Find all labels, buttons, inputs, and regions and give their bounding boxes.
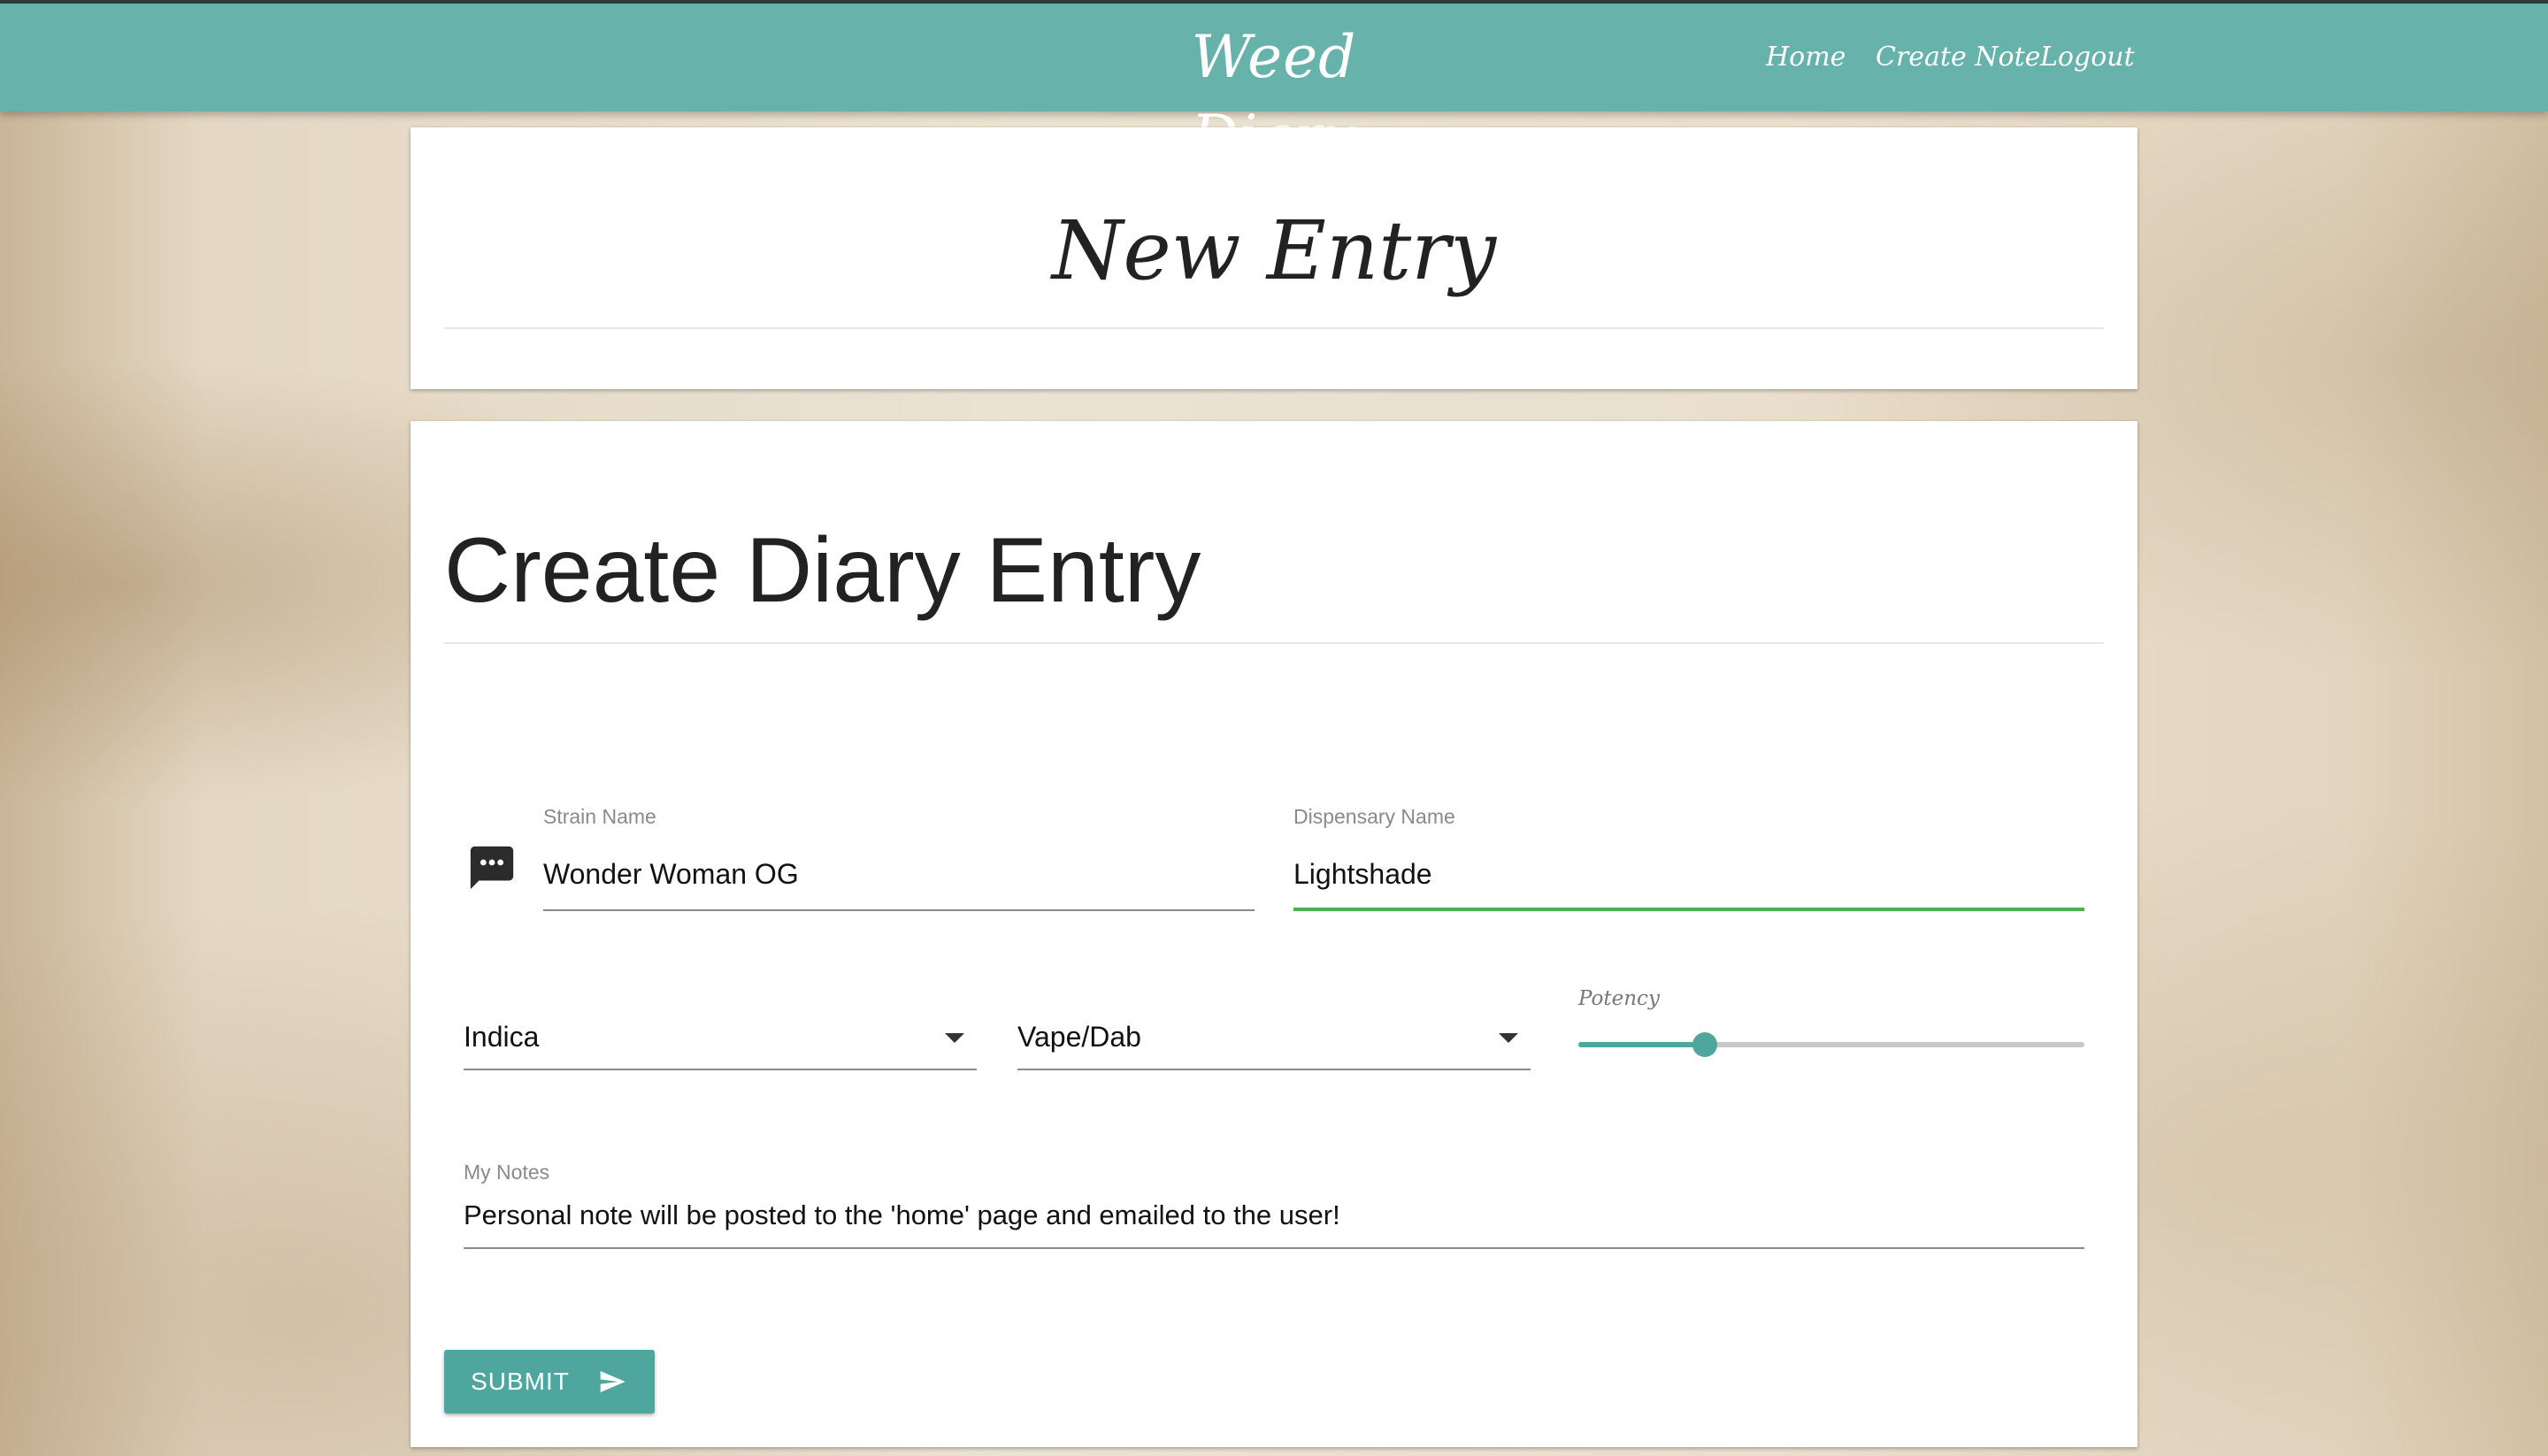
potency-slider-thumb[interactable] — [1692, 1032, 1717, 1057]
form-heading: Create Diary Entry — [444, 519, 1201, 622]
submit-label: SUBMIT — [471, 1368, 570, 1395]
brand-logo[interactable]: Weed Diary — [1141, 18, 1407, 171]
strain-name-label: Strain Name — [543, 805, 656, 828]
send-icon — [600, 1371, 625, 1392]
consumption-method-select[interactable]: Vape/Dab — [1017, 987, 1531, 1070]
chat-bubble-icon — [470, 846, 514, 890]
dispensary-name-label: Dispensary Name — [1293, 805, 1455, 828]
chevron-down-icon — [1499, 1033, 1518, 1043]
dispensary-name-field: Dispensary Name — [1293, 805, 2084, 911]
chevron-down-icon — [945, 1033, 964, 1043]
strain-type-underline — [464, 1069, 977, 1070]
nav-link-logout[interactable]: Logout — [2040, 35, 2135, 80]
potency-label: Potency — [1578, 987, 1660, 1010]
strain-type-select[interactable]: Indica — [464, 987, 977, 1070]
dispensary-name-input[interactable] — [1293, 847, 2084, 900]
my-notes-label: My Notes — [464, 1161, 550, 1184]
dispensary-name-underline-active — [1293, 908, 2084, 911]
strain-name-field: Strain Name — [543, 805, 1255, 911]
divider — [444, 642, 2104, 644]
my-notes-input[interactable] — [464, 1189, 2084, 1242]
navbar: Weed Diary Home Create Note Logout — [0, 4, 2548, 171]
strain-type-value: Indica — [464, 1021, 540, 1053]
submit-button[interactable]: SUBMIT — [444, 1350, 655, 1414]
consumption-method-value: Vape/Dab — [1017, 1021, 1141, 1053]
potency-slider-track[interactable] — [1578, 1042, 2084, 1047]
strain-name-underline — [543, 909, 1255, 911]
potency-slider-fill — [1578, 1042, 1705, 1047]
my-notes-field: My Notes — [464, 1161, 2084, 1249]
page-title: New Entry — [1051, 203, 1497, 298]
page-title-card: New Entry — [411, 127, 2137, 389]
diary-entry-form-card: Create Diary Entry Strain Name Dispensar… — [411, 421, 2137, 1447]
strain-name-input[interactable] — [543, 847, 1255, 900]
consumption-method-underline — [1017, 1069, 1531, 1070]
potency-slider-group: Potency — [1569, 987, 2084, 1076]
nav-link-create-note[interactable]: Create Note — [1876, 35, 2040, 80]
nav-link-home[interactable]: Home — [1766, 35, 1846, 80]
my-notes-underline — [464, 1247, 2084, 1249]
divider — [444, 327, 2104, 329]
